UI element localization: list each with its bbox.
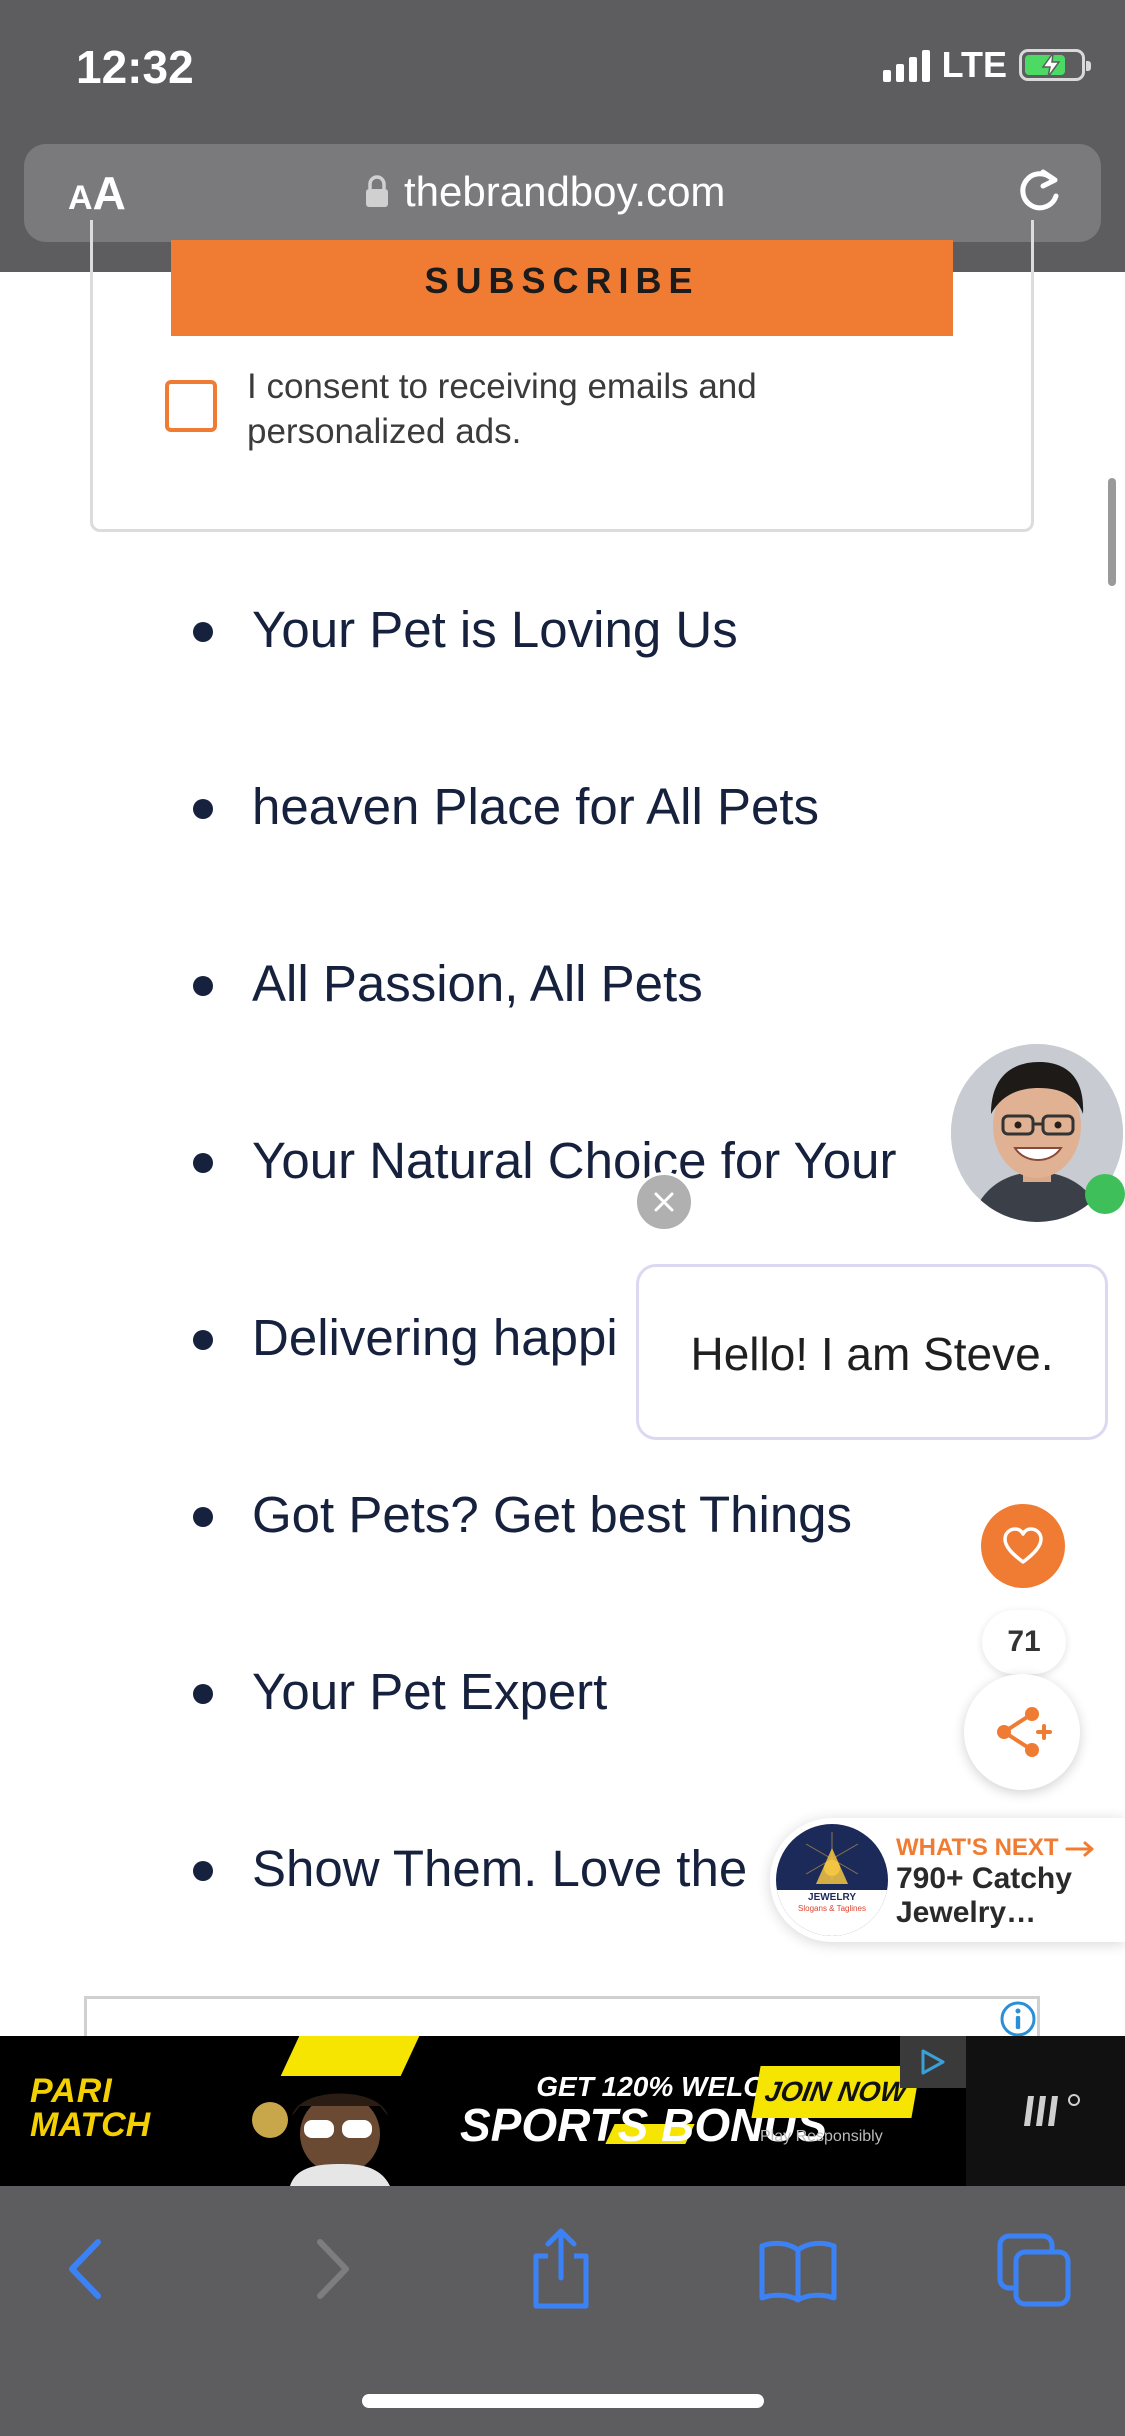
share-sheet-icon[interactable] <box>526 2226 596 2310</box>
back-icon[interactable] <box>62 2234 112 2304</box>
url-display[interactable]: thebrandboy.com <box>364 168 725 216</box>
banner-ad[interactable]: PARI MATCH GET 120% WELCOME SPORTS BONUS… <box>0 2036 1125 2186</box>
bullet-icon <box>193 1684 213 1704</box>
bullet-icon <box>193 1153 213 1173</box>
bullet-icon <box>193 1507 213 1527</box>
whats-next-title: 790+ Catchy Jewelry… <box>896 1862 1072 1929</box>
like-count: 71 <box>982 1610 1066 1674</box>
adchoices-icon[interactable] <box>900 2036 966 2088</box>
network-type: LTE <box>941 44 1007 85</box>
parimatch-logo: PARI MATCH <box>30 2072 151 2144</box>
chat-close-button[interactable] <box>634 1172 694 1232</box>
text-size-button[interactable]: AA <box>68 166 126 220</box>
list-item: All Passion, All Pets <box>0 944 1125 1024</box>
whats-next-thumbnail: JEWELRY Slogans & Taglines <box>776 1824 888 1936</box>
list-item: heaven Place for All Pets <box>0 767 1125 847</box>
whats-next-label: WHAT'S NEXT <box>896 1834 1095 1862</box>
page-scrollbar[interactable] <box>1108 478 1116 586</box>
status-time: 12:32 <box>76 41 194 93</box>
chat-greeting-bubble[interactable]: Hello! I am Steve. <box>636 1264 1108 1440</box>
bullet-icon <box>193 1330 213 1350</box>
list-item: Got Pets? Get best Things <box>0 1475 1125 1555</box>
ad-frame <box>84 1996 1040 2036</box>
join-now-button[interactable]: JOIN NOW <box>751 2066 921 2118</box>
banner-ad-creative[interactable]: PARI MATCH GET 120% WELCOME SPORTS BONUS… <box>0 2036 966 2186</box>
chat-greeting-text: Hello! I am Steve. <box>690 1328 1054 1380</box>
home-indicator[interactable] <box>362 2394 764 2408</box>
battery-charging-icon <box>1019 49 1091 81</box>
like-button[interactable] <box>981 1504 1065 1588</box>
close-icon <box>654 1192 674 1212</box>
bullet-icon <box>193 622 213 642</box>
info-icon[interactable] <box>999 2000 1037 2038</box>
url-text: thebrandboy.com <box>404 168 726 215</box>
reload-icon[interactable] <box>1013 166 1065 223</box>
status-indicators: LTE <box>882 44 1091 86</box>
consent-label: I consent to receiving emails and person… <box>247 367 757 451</box>
cellular-signal-icon <box>882 48 930 82</box>
tabs-icon[interactable] <box>996 2232 1072 2308</box>
bullet-icon <box>193 799 213 819</box>
ad-disclaimer: Play Responsibly <box>760 2128 883 2145</box>
bullet-icon <box>193 976 213 996</box>
consent-checkbox[interactable] <box>165 380 217 432</box>
list-item: Your Pet is Loving Us <box>0 590 1125 670</box>
lock-icon <box>366 175 388 207</box>
list-item: Your Pet Expert <box>0 1652 1125 1732</box>
forward-icon[interactable] <box>306 2234 356 2304</box>
share-button[interactable] <box>964 1674 1080 1790</box>
heart-icon <box>1003 1527 1043 1564</box>
ad-network-logo-icon <box>1024 2094 1080 2126</box>
subscribe-button[interactable]: SUBSCRIBE <box>171 240 953 336</box>
share-icon <box>997 1707 1052 1757</box>
ad-person-image <box>252 2093 390 2186</box>
bullet-icon <box>193 1861 213 1881</box>
arrow-right-icon <box>1065 1841 1094 1857</box>
whats-next-card[interactable]: JEWELRY Slogans & Taglines WHAT'S NEXT 7… <box>770 1818 1125 1942</box>
online-status-indicator <box>1085 1174 1125 1214</box>
bookmarks-icon[interactable] <box>758 2238 838 2304</box>
